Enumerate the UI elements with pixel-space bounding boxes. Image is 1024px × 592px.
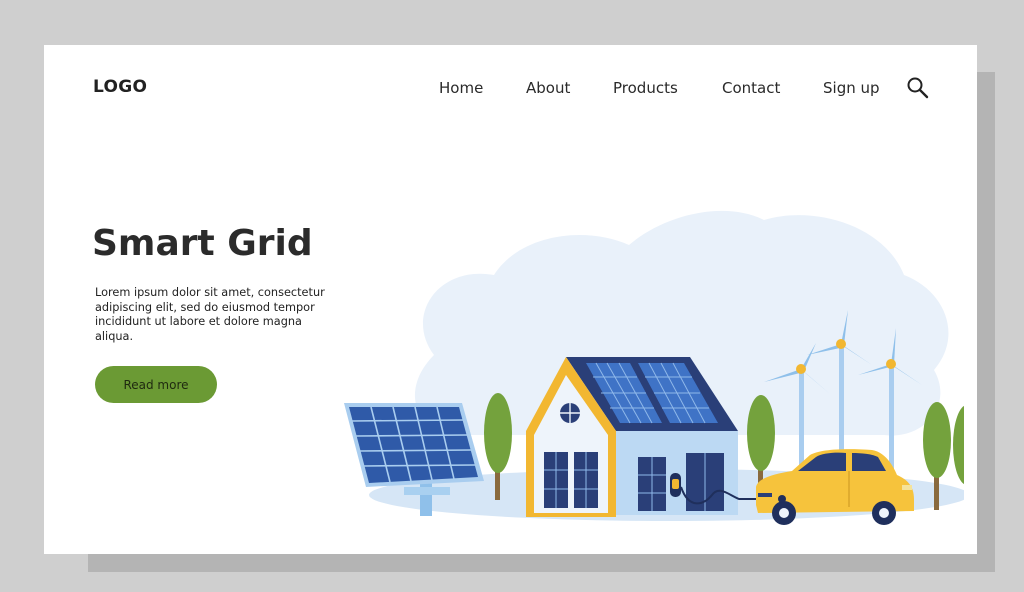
read-more-button[interactable]: Read more (95, 366, 217, 403)
hero-description: Lorem ipsum dolor sit amet, consectetur … (95, 286, 325, 343)
search-icon[interactable] (906, 76, 930, 100)
hero-title: Smart Grid (92, 223, 313, 264)
nav-sign-up[interactable]: Sign up (823, 79, 880, 97)
nav-contact[interactable]: Contact (722, 79, 780, 97)
nav-home[interactable]: Home (439, 79, 483, 97)
landing-page: LOGO Home About Products Contact Sign up… (44, 45, 977, 554)
nav-about[interactable]: About (526, 79, 570, 97)
nav-products[interactable]: Products (613, 79, 678, 97)
smart-grid-illustration (344, 210, 964, 525)
main-nav: Home About Products Contact Sign up (44, 79, 977, 99)
